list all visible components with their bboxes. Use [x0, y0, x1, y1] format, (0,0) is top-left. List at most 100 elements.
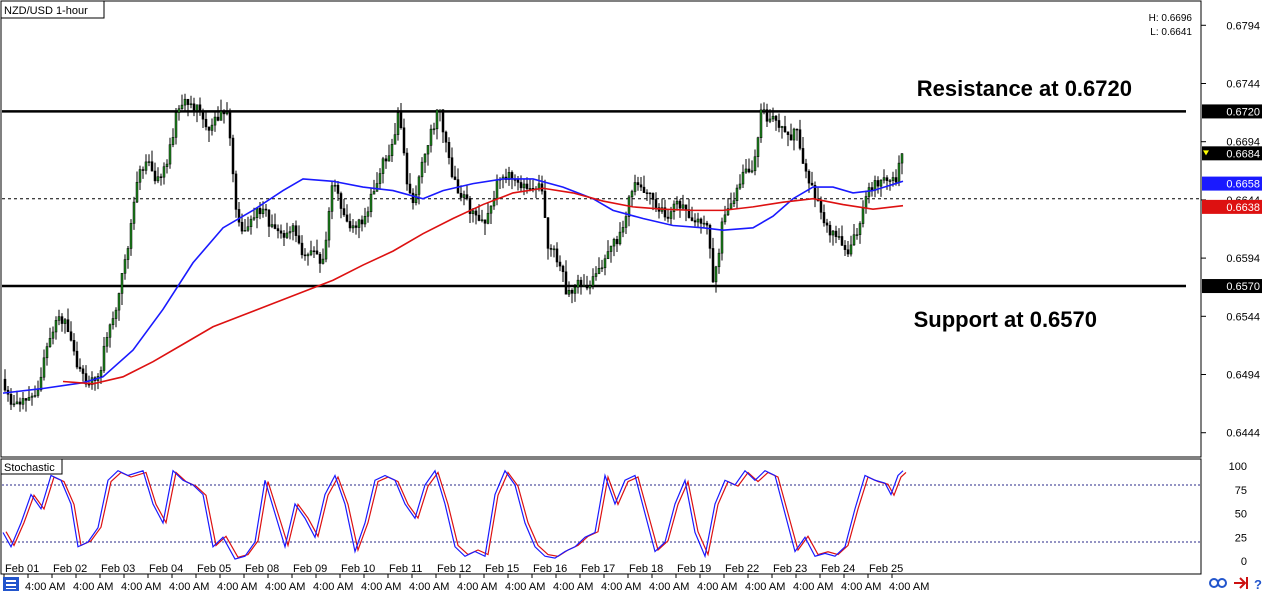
candle [501, 174, 505, 189]
candle [798, 119, 802, 151]
candle [861, 200, 865, 228]
candle [297, 225, 301, 245]
candle [483, 219, 487, 235]
candle [33, 385, 37, 398]
stochastic-title: Stochastic [4, 462, 55, 474]
time-label: 4:00 AM [841, 581, 881, 593]
candle [120, 273, 124, 305]
candle [411, 188, 415, 210]
candle [162, 162, 166, 185]
candle [48, 327, 52, 348]
candle [264, 204, 268, 217]
candle [159, 173, 163, 186]
candle [255, 207, 259, 229]
candle [300, 235, 304, 259]
svg-text:0.6570: 0.6570 [1226, 281, 1260, 293]
candle [267, 209, 271, 238]
candle [759, 103, 763, 143]
candle [873, 175, 877, 198]
candle [645, 189, 649, 202]
time-label: Feb 02 [53, 563, 87, 575]
candle [279, 224, 283, 239]
time-axis: Feb 01 4:00 AM Feb 02 4:00 AM Feb 03 4:00 AM F… [3, 563, 929, 593]
candle [102, 337, 106, 373]
candle [600, 259, 604, 273]
candle [867, 182, 871, 204]
candle [321, 248, 325, 265]
candle [330, 181, 334, 220]
candle [351, 218, 355, 233]
candle [42, 349, 46, 381]
candle [660, 198, 664, 214]
candle [369, 187, 373, 218]
candle [117, 292, 121, 321]
candle [291, 222, 295, 241]
candle [519, 175, 523, 193]
candle [570, 288, 574, 304]
candle [360, 215, 364, 232]
candle [801, 136, 805, 164]
candle [699, 217, 703, 234]
candle [177, 105, 181, 121]
price-tick-label: 0.6494 [1226, 370, 1260, 382]
candle [444, 130, 448, 153]
candle [132, 196, 136, 230]
candle [285, 222, 289, 239]
candle [96, 373, 100, 390]
time-label: 4:00 AM [265, 581, 305, 593]
arrow-right-icon[interactable] [1234, 577, 1248, 589]
candle [774, 114, 778, 131]
candle [690, 206, 694, 222]
resistance-price-tag: 0.6720 [1202, 104, 1262, 119]
candle [651, 192, 655, 211]
candle [129, 219, 133, 256]
candle [168, 137, 172, 169]
candle [24, 398, 28, 412]
candle [681, 194, 685, 210]
candle [180, 94, 184, 110]
chart[interactable]: NZD/USD 1-hour H: 0.6696 L: 0.6641 Stoch… [0, 0, 1265, 599]
candle [123, 254, 127, 280]
candle [336, 181, 340, 201]
time-label: Feb 18 [629, 563, 663, 575]
candle [225, 102, 229, 116]
candle [663, 199, 667, 221]
high-label: H: 0.6696 [1149, 13, 1193, 24]
menu-icon[interactable] [3, 577, 19, 591]
candle [624, 211, 628, 235]
candle [441, 109, 445, 143]
candle [45, 342, 49, 366]
time-label: Feb 17 [581, 563, 615, 575]
time-label: 4:00 AM [409, 581, 449, 593]
time-label: Feb 08 [245, 563, 279, 575]
candle [423, 153, 427, 174]
candle [21, 391, 25, 410]
candle [408, 173, 412, 194]
candle [561, 264, 565, 283]
candle [597, 257, 601, 275]
candle [852, 224, 856, 246]
candle [141, 166, 145, 179]
time-label: Feb 25 [869, 563, 903, 575]
candle [543, 179, 547, 218]
candle [57, 309, 61, 326]
candle [594, 266, 598, 281]
help-icon[interactable]: ? [1254, 577, 1262, 592]
candle [414, 185, 418, 206]
candle [474, 208, 478, 225]
candle [381, 156, 385, 184]
candle [303, 248, 307, 261]
candle [579, 276, 583, 295]
candle [810, 171, 814, 186]
candle [735, 184, 739, 209]
candle [183, 93, 187, 112]
candle [465, 184, 469, 201]
candle [789, 123, 793, 141]
candle [282, 230, 286, 246]
candle [855, 228, 859, 240]
link-icon[interactable] [1209, 578, 1227, 588]
candle [726, 198, 730, 217]
time-label: 4:00 AM [217, 581, 257, 593]
candle [243, 218, 247, 232]
candle [420, 157, 424, 184]
